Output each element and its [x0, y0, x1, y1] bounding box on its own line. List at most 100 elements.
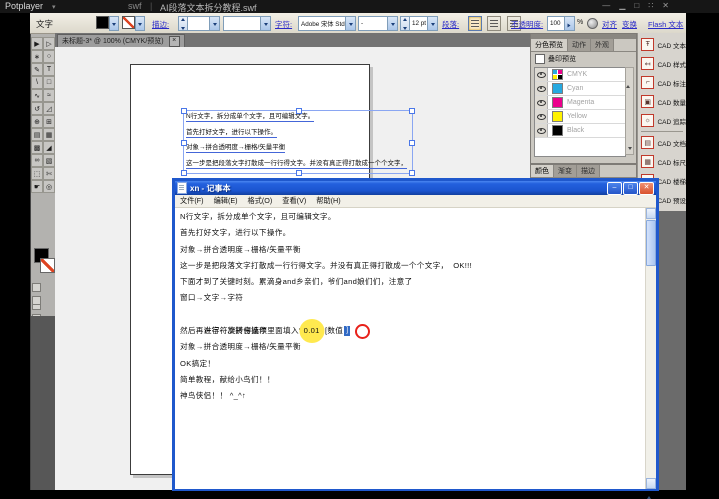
tool-graph-icon[interactable]: ▤: [31, 128, 43, 141]
opacity-spinner-icon[interactable]: [564, 17, 574, 30]
selection-handle[interactable]: [296, 108, 302, 114]
fill-swatch[interactable]: [96, 16, 109, 29]
panel-scrollbar[interactable]: [625, 67, 634, 155]
stroke-weight-link[interactable]: 描边:: [152, 19, 169, 30]
tool-lasso-icon[interactable]: ○: [43, 50, 55, 63]
tool-gradient-icon[interactable]: ▩: [31, 141, 43, 154]
tool-paintbrush-icon[interactable]: ≈: [43, 89, 55, 102]
tool-rotate-icon[interactable]: ↺: [31, 102, 43, 115]
tool-type-icon[interactable]: T: [43, 63, 55, 76]
scroll-up-icon[interactable]: [626, 66, 630, 88]
notepad-scrollbar[interactable]: [645, 208, 656, 489]
toolbox-stroke-swatch[interactable]: [40, 258, 55, 273]
tool-line-icon[interactable]: \: [31, 76, 43, 89]
notepad-text-area[interactable]: N行文字，拆分成单个文字，且可编辑文字。 首先打好文字，进行以下操作。 对象→拼…: [175, 208, 656, 489]
tab-stroke[interactable]: 描边: [577, 165, 600, 177]
tool-hand-icon[interactable]: ☛: [31, 180, 43, 193]
stroke-dropdown-icon[interactable]: [135, 16, 145, 31]
eye-icon[interactable]: [537, 72, 546, 78]
paragraph-link[interactable]: 段落:: [442, 19, 459, 30]
menu-view[interactable]: 查看(V): [277, 196, 311, 206]
player-app-name[interactable]: Potplayer: [5, 1, 43, 11]
document-tab[interactable]: 未标题-3* @ 100% (CMYK/预览) ×: [57, 34, 185, 48]
player-maximize-icon[interactable]: □: [634, 1, 639, 10]
tool-selection-icon[interactable]: ▶: [31, 37, 43, 50]
notepad-scroll-up-button[interactable]: [646, 208, 656, 219]
document-tab-close-icon[interactable]: ×: [169, 36, 180, 47]
tool-mesh-icon[interactable]: ▦: [43, 128, 55, 141]
font-family-combo[interactable]: Adobe 宋体 Std L: [298, 16, 356, 31]
tool-eyedropper-icon[interactable]: ◢: [43, 141, 55, 154]
tool-zoom-icon[interactable]: ◎: [43, 180, 55, 193]
font-family-dropdown-icon[interactable]: [345, 17, 355, 30]
stroke-none-swatch[interactable]: [122, 16, 135, 29]
cad-dimension-button[interactable]: ⌐ CAD 标注: [638, 73, 686, 92]
align-left-button[interactable]: [468, 16, 482, 31]
stroke-color-control[interactable]: [122, 16, 145, 31]
color-mode-icon[interactable]: [32, 283, 41, 292]
stroke-spinner[interactable]: [179, 17, 188, 30]
tool-slice-icon[interactable]: ⬚: [31, 167, 43, 180]
opacity-options-icon[interactable]: [587, 18, 598, 29]
visibility-cell[interactable]: [535, 68, 548, 81]
stroke-weight-combo[interactable]: [178, 16, 220, 31]
tool-direct-selection-icon[interactable]: ▷: [43, 37, 55, 50]
visibility-cell[interactable]: [535, 96, 548, 109]
overprint-preview-checkbox[interactable]: [535, 54, 545, 64]
selection-handle[interactable]: [409, 140, 415, 146]
player-close-icon[interactable]: ✕: [662, 1, 669, 10]
selection-handle[interactable]: [181, 140, 187, 146]
opacity-link[interactable]: 不透明度:: [511, 19, 543, 30]
font-size-spinner[interactable]: [401, 17, 410, 30]
selection-handle[interactable]: [409, 170, 415, 176]
selection-bounding-box[interactable]: [183, 110, 413, 174]
tool-pencil-icon[interactable]: ∿: [31, 89, 43, 102]
eye-icon[interactable]: [537, 128, 546, 134]
selection-handle[interactable]: [409, 108, 415, 114]
eye-icon[interactable]: [537, 114, 546, 120]
selection-handle[interactable]: [181, 108, 187, 114]
variable-width-combo[interactable]: [223, 16, 271, 31]
opacity-input[interactable]: 100: [547, 16, 575, 31]
scroll-down-icon[interactable]: [628, 147, 632, 152]
align-panel-link[interactable]: 对齐: [602, 19, 617, 30]
menu-help[interactable]: 帮助(H): [311, 196, 345, 206]
plate-row-magenta[interactable]: Magenta: [535, 96, 625, 110]
stroke-weight-dropdown-icon[interactable]: [209, 17, 219, 30]
variable-width-dropdown-icon[interactable]: [260, 17, 270, 30]
selection-handle[interactable]: [181, 170, 187, 176]
screen-mode-normal-icon[interactable]: [32, 296, 41, 305]
visibility-cell[interactable]: [535, 110, 548, 123]
font-style-combo[interactable]: -: [358, 16, 398, 31]
plate-row-black[interactable]: Black: [535, 124, 625, 138]
cad-ruler-button[interactable]: ▦ CAD 标尺: [638, 152, 686, 171]
tool-scissors-icon[interactable]: ✄: [43, 167, 55, 180]
tool-blend-icon[interactable]: ∞: [31, 154, 43, 167]
eye-icon[interactable]: [537, 100, 546, 106]
tab-separations-preview[interactable]: 分色预览: [531, 39, 568, 51]
menu-format[interactable]: 格式(O): [243, 196, 278, 206]
plate-row-yellow[interactable]: Yellow: [535, 110, 625, 124]
menu-edit[interactable]: 编辑(E): [209, 196, 243, 206]
tool-magic-wand-icon[interactable]: ∗: [31, 50, 43, 63]
tab-color[interactable]: 颜色: [531, 165, 554, 177]
notepad-scroll-down-button[interactable]: [646, 478, 656, 489]
cad-count-button[interactable]: ▣ CAD 数量: [638, 92, 686, 111]
tool-free-transform-icon[interactable]: ⊞: [43, 115, 55, 128]
fill-dropdown-icon[interactable]: [109, 16, 119, 31]
visibility-cell[interactable]: [535, 82, 548, 95]
character-link[interactable]: 字符:: [275, 19, 292, 30]
notepad-minimize-icon[interactable]: –: [607, 182, 622, 195]
font-style-dropdown-icon[interactable]: [387, 17, 397, 30]
notepad-titlebar[interactable]: xn - 记事本 – □ ✕: [175, 181, 656, 195]
notepad-maximize-icon[interactable]: □: [623, 182, 638, 195]
tab-actions[interactable]: 动作: [568, 39, 591, 51]
flash-text-link[interactable]: Flash 文本: [648, 19, 683, 30]
transform-panel-link[interactable]: 变换: [622, 19, 637, 30]
player-shade-icon[interactable]: ▁: [619, 1, 625, 10]
cad-track-button[interactable]: ☼ CAD 追踪: [638, 111, 686, 130]
tool-scale-icon[interactable]: ◿: [43, 102, 55, 115]
fill-color-control[interactable]: [96, 16, 119, 31]
cad-style-button[interactable]: ↤ CAD 样式: [638, 54, 686, 73]
player-menu-arrow-icon[interactable]: ▾: [52, 3, 56, 11]
